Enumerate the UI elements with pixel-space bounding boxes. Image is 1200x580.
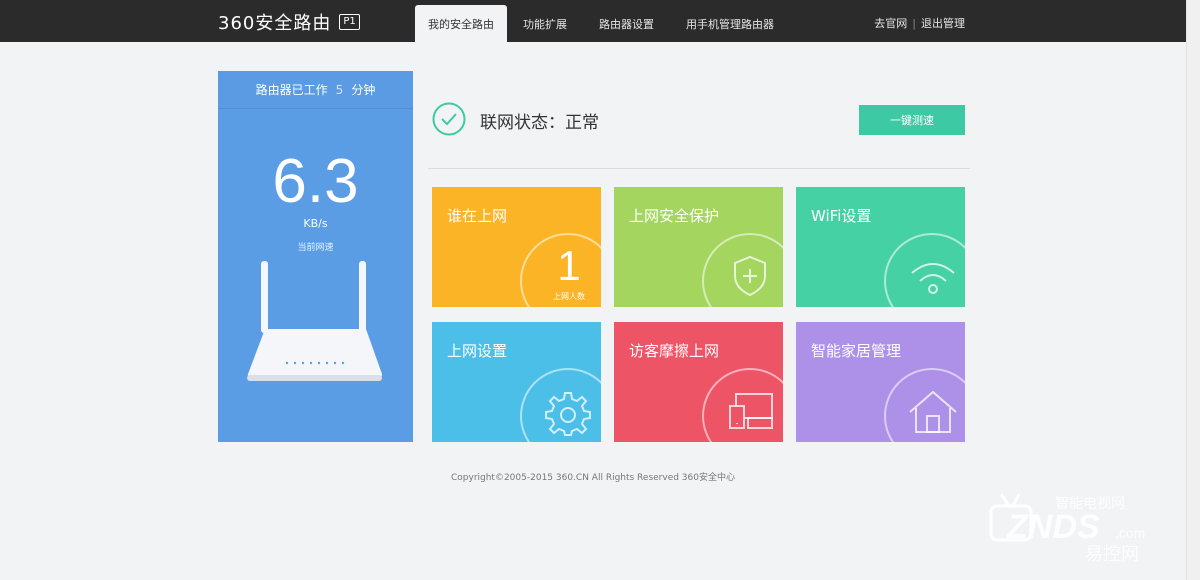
wifi-icon: [911, 263, 955, 294]
header-links: 去官网 | 退出管理: [874, 15, 965, 31]
router-admin-page: 360安全路由 P1 我的安全路由 功能扩展 路由器设置 用手机管理路由器 去官…: [0, 0, 1200, 580]
tile-title: 智能家居管理: [811, 342, 902, 360]
main-tabs: 我的安全路由 功能扩展 路由器设置 用手机管理路由器: [415, 5, 790, 42]
brand-logo[interactable]: 360安全路由 P1: [218, 11, 360, 34]
current-speed-unit: KB/s: [303, 217, 328, 230]
tab-mobile-management[interactable]: 用手机管理路由器: [670, 5, 790, 42]
status-ok-check-icon: [432, 102, 466, 136]
online-device-count: 1: [557, 242, 581, 289]
top-navigation-bar: 360安全路由 P1 我的安全路由 功能扩展 路由器设置 用手机管理路由器 去官…: [0, 0, 1200, 42]
link-separator: |: [912, 16, 916, 30]
uptime-prefix: 路由器已工作: [255, 83, 328, 97]
uptime-value: 5: [335, 82, 344, 97]
logout-link[interactable]: 退出管理: [921, 15, 965, 31]
connection-status-label: 联网状态：正常: [480, 113, 599, 133]
tile-title: WiFi设置: [811, 207, 872, 225]
tile-title: 访客摩擦上网: [629, 342, 720, 360]
tile-smart-home[interactable]: 智能家居管理: [796, 322, 965, 442]
gear-icon: [545, 392, 591, 436]
shield-plus-icon: [734, 255, 766, 297]
tab-my-router[interactable]: 我的安全路由: [415, 5, 507, 42]
page-scrollbar[interactable]: [1186, 0, 1200, 580]
tile-who-is-online[interactable]: 谁在上网 1 上网人数: [432, 187, 601, 307]
copyright-footer: Copyright©2005-2015 360.CN All Rights Re…: [450, 473, 735, 483]
tile-internet-settings[interactable]: 上网设置: [432, 322, 601, 442]
speed-panel: 路由器已工作 5 分钟 6.3 KB/s 当前网速: [218, 71, 413, 442]
model-badge: P1: [339, 14, 360, 30]
devices-icon: [729, 393, 773, 429]
znds-watermark-logo: 智能电视网 ZNDS .com 易控网: [989, 493, 1145, 565]
watermark-bottom-text: 易控网: [1085, 544, 1139, 565]
router-illustration-icon: [247, 261, 382, 381]
uptime-header: 路由器已工作 5 分钟: [218, 71, 413, 109]
watermark-logo-text: ZNDS: [1006, 508, 1100, 546]
tab-router-settings[interactable]: 路由器设置: [583, 5, 670, 42]
online-device-count-label: 上网人数: [553, 292, 585, 301]
tile-title: 上网设置: [447, 342, 508, 360]
tab-extensions[interactable]: 功能扩展: [507, 5, 583, 42]
brand-logo-text: 360安全路由: [218, 13, 332, 34]
tile-guest-network[interactable]: 访客摩擦上网: [614, 322, 783, 442]
tile-wifi-settings[interactable]: WiFi设置: [796, 187, 965, 307]
section-divider: [428, 168, 970, 169]
speed-test-button[interactable]: 一键测速: [859, 105, 965, 135]
watermark-com-text: .com: [1115, 525, 1145, 541]
tile-title: 上网安全保护: [629, 207, 720, 225]
tile-security-protection[interactable]: 上网安全保护: [614, 187, 783, 307]
uptime-unit: 分钟: [351, 83, 376, 97]
tile-title: 谁在上网: [447, 207, 508, 225]
current-speed-caption: 当前网速: [297, 243, 334, 253]
home-icon: [909, 390, 957, 433]
official-site-link[interactable]: 去官网: [874, 15, 907, 31]
current-speed-value: 6.3: [272, 147, 359, 216]
